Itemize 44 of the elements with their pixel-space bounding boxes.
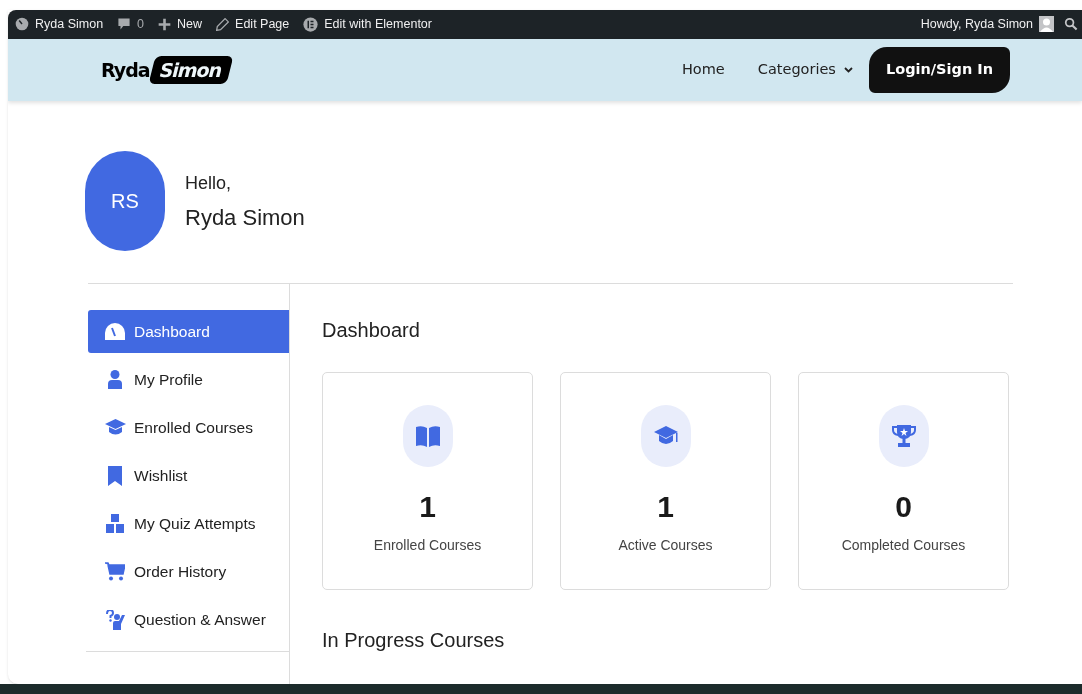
nav-link[interactable]: Categories (757, 58, 853, 81)
graduation-cap-icon (104, 419, 126, 436)
stat-label: Active Courses (618, 536, 713, 555)
stat-value: 1 (657, 490, 674, 524)
stat-label: Enrolled Courses (373, 536, 482, 555)
dashboard-icon[interactable] (15, 17, 29, 32)
gauge-icon (105, 323, 125, 340)
login-button[interactable]: Login/Sign In (868, 46, 1010, 93)
sidebar-item[interactable]: My Quiz Attempts (88, 502, 289, 545)
sidebar-item[interactable]: Dashboard (88, 310, 289, 353)
elementor-icon[interactable] (303, 16, 319, 32)
edit-page-link[interactable]: Edit Page (235, 14, 290, 34)
greeting-text: Hello, (185, 172, 233, 195)
section-title: Dashboard (322, 318, 421, 343)
trophy-icon (891, 424, 916, 448)
elementor-link[interactable]: Edit with Elementor (324, 14, 432, 34)
nav-link[interactable]: Home (681, 58, 725, 81)
search-icon[interactable] (1064, 17, 1078, 32)
avatar: RS (85, 151, 165, 251)
stat-value: 1 (419, 490, 436, 524)
howdy-link[interactable]: Howdy, Ryda Simon (920, 14, 1033, 34)
pencil-icon[interactable] (216, 17, 230, 31)
bookmark-icon (108, 465, 122, 486)
chevron-down-icon (843, 66, 853, 73)
sidebar-item[interactable]: Enrolled Courses (88, 406, 289, 449)
person-icon (108, 370, 122, 389)
avatar-icon[interactable] (1039, 16, 1054, 33)
stat-value: 0 (895, 490, 912, 524)
sidebar-item[interactable]: Order History (88, 550, 289, 593)
site-link[interactable]: Ryda Simon (35, 14, 104, 34)
user-name: Ryda Simon (185, 205, 305, 231)
question-person-icon (105, 609, 125, 630)
book-icon (415, 425, 440, 447)
sidebar-item[interactable]: Question & Answer (88, 598, 289, 641)
blocks-icon (106, 514, 124, 533)
section-title: In Progress Courses (322, 628, 506, 653)
graduation-cap-icon (653, 426, 678, 446)
comment-count[interactable]: 0 (137, 14, 145, 34)
cart-icon (105, 562, 125, 581)
stat-label: Completed Courses (841, 536, 966, 555)
new-link[interactable]: New (177, 14, 203, 34)
sidebar-item[interactable]: My Profile (88, 358, 289, 401)
sidebar-item[interactable]: Wishlist (88, 454, 289, 497)
plus-icon[interactable] (158, 17, 172, 31)
